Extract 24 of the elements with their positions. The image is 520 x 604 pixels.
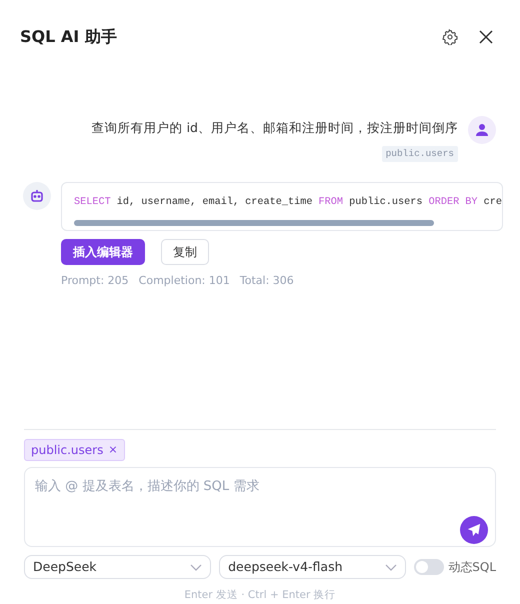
table-tag: public.users (382, 146, 458, 162)
scrollbar[interactable] (74, 220, 434, 226)
token-usage: Total: 306 (240, 273, 294, 290)
token-usage: Prompt: 205 (61, 273, 129, 290)
table-chip: public.users × (24, 439, 125, 462)
message-input[interactable]: 输入 @ 提及表名，描述你的 SQL 需求 (24, 467, 496, 548)
remove-button[interactable]: × (108, 442, 118, 458)
robot-icon (23, 182, 51, 210)
chevron-icon (385, 564, 398, 571)
chevron-icon (190, 564, 202, 571)
send-icon (467, 523, 481, 538)
token-usage: Completion: 101 (138, 273, 230, 290)
user-avatar-icon (468, 116, 496, 144)
code-text: SELECT id, username, email, create_time FROM public.users ORDER BY cre (74, 196, 502, 210)
toggle-label: 动态SQL (448, 559, 496, 576)
insert-button[interactable]: 插入编辑器 (61, 239, 145, 266)
copy-button[interactable]: 复制 (161, 239, 209, 266)
model-select[interactable]: deepseek-v4-flash (219, 555, 406, 580)
window-title: SQL AI 助手 (20, 26, 117, 48)
toggle-switch[interactable] (414, 559, 444, 576)
message-text: 查询所有用户的 id、用户名、邮箱和注册时间，按注册时间倒序 (92, 119, 458, 137)
shortcut-hint: Enter 发送 · Ctrl + Enter 换行 (183, 588, 337, 604)
provider-select[interactable]: DeepSeek (24, 555, 212, 580)
settings-button[interactable] (440, 27, 460, 47)
